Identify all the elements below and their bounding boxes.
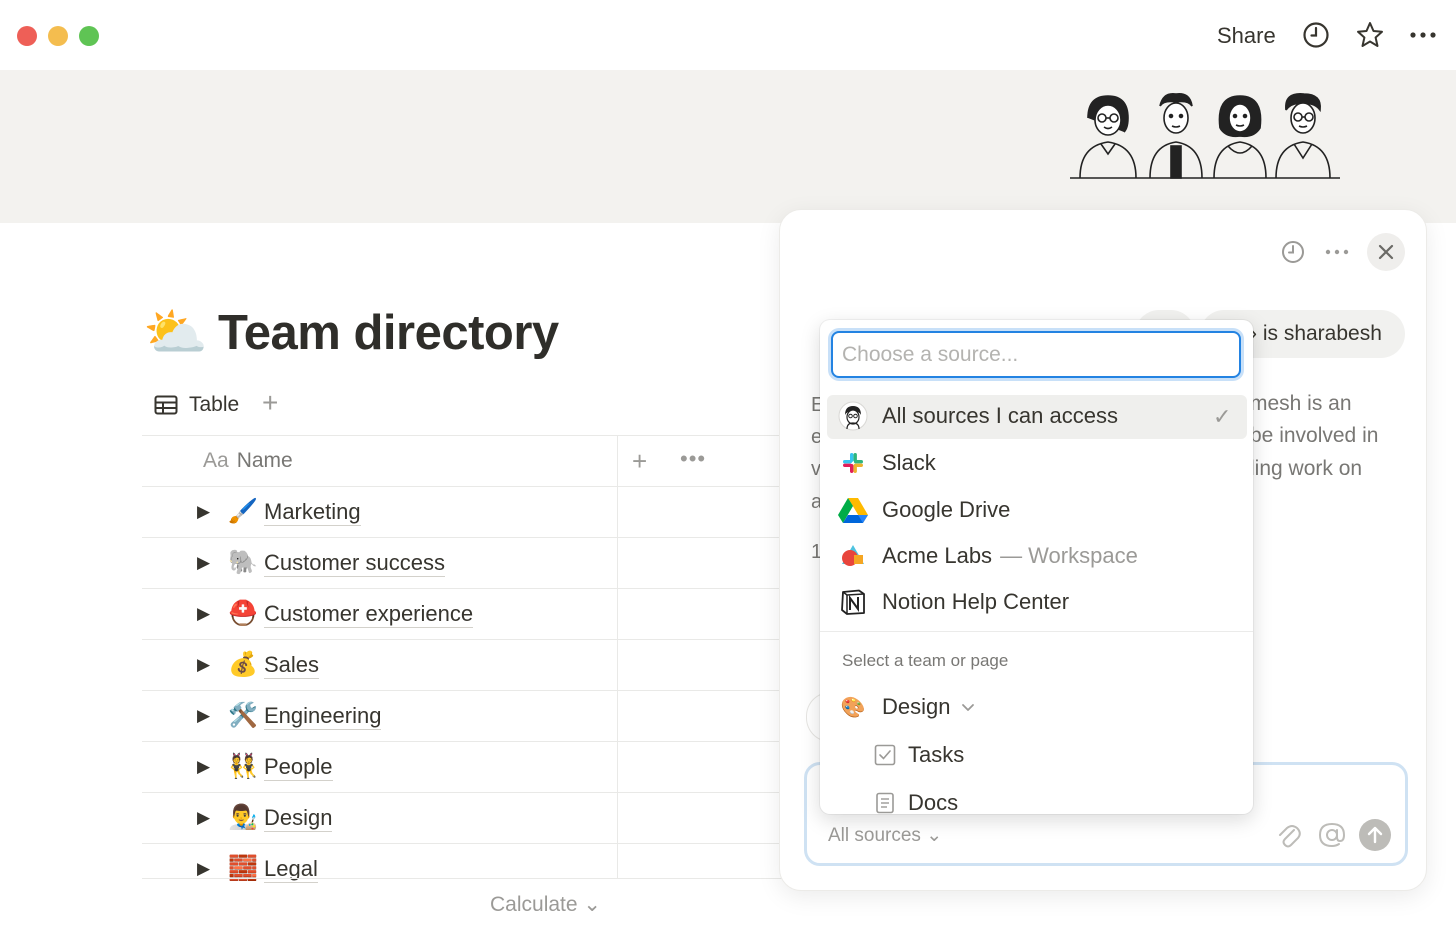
- add-view-button[interactable]: +: [262, 388, 278, 418]
- close-window-button[interactable]: [17, 26, 37, 46]
- expand-toggle-icon[interactable]: ▶: [197, 757, 210, 777]
- table-more-button[interactable]: •••: [680, 446, 706, 472]
- share-button[interactable]: Share: [1217, 23, 1276, 49]
- expand-toggle-icon[interactable]: ▶: [197, 706, 210, 726]
- team-illustration: [1070, 92, 1340, 179]
- source-search-input[interactable]: [831, 331, 1241, 378]
- row-emoji-icon: ⛑️: [228, 600, 258, 627]
- name-column-header[interactable]: Aa Name: [203, 449, 293, 473]
- text-property-icon: Aa: [203, 449, 229, 472]
- page-option-label: Docs: [908, 790, 959, 815]
- sources-selector[interactable]: All sources ⌄: [828, 824, 942, 847]
- row-emoji-icon: 👨‍🎨: [228, 804, 258, 831]
- row-emoji-icon: 🛠️: [228, 702, 258, 729]
- table-row[interactable]: ▶ 🛠️ Engineering: [142, 690, 782, 741]
- row-emoji-icon: 👯: [228, 753, 258, 780]
- row-name[interactable]: Customer success: [264, 550, 445, 577]
- table-row[interactable]: ▶ 👨‍🎨 Design: [142, 792, 782, 843]
- expand-toggle-icon[interactable]: ▶: [197, 553, 210, 573]
- row-emoji-icon: 🐘: [228, 549, 258, 576]
- user-question-text: › is sharabesh: [1250, 322, 1382, 345]
- zoom-window-button[interactable]: [79, 26, 99, 46]
- check-icon: ✓: [1213, 404, 1232, 429]
- source-option-label: Slack: [882, 450, 936, 475]
- table-row[interactable]: ▶ 💰 Sales: [142, 639, 782, 690]
- avatar-icon: [838, 401, 868, 431]
- minimize-window-button[interactable]: [48, 26, 68, 46]
- expand-toggle-icon[interactable]: ▶: [197, 502, 210, 522]
- window-titlebar: Share: [0, 0, 1456, 70]
- table-row[interactable]: ▶ ⛑️ Customer experience: [142, 588, 782, 639]
- source-option-label: All sources I can access: [882, 403, 1118, 428]
- document-icon: [876, 792, 894, 814]
- expand-toggle-icon[interactable]: ▶: [197, 859, 210, 879]
- source-option-label: Google Drive: [882, 497, 1011, 522]
- close-panel-button[interactable]: [1367, 233, 1405, 271]
- page-option-label: Tasks: [908, 742, 965, 767]
- add-property-button[interactable]: +: [632, 446, 647, 477]
- row-name[interactable]: Design: [264, 805, 333, 832]
- calculate-button[interactable]: Calculate ⌄: [490, 892, 601, 917]
- chevron-down-icon[interactable]: [960, 699, 976, 715]
- row-name[interactable]: Customer experience: [264, 601, 474, 628]
- row-name[interactable]: Engineering: [264, 703, 382, 730]
- source-option-all[interactable]: All sources I can access: [838, 400, 1118, 432]
- expand-toggle-icon[interactable]: ▶: [197, 655, 210, 675]
- answer-text: ling work on: [1250, 457, 1363, 480]
- menu-divider: [820, 631, 1253, 632]
- name-column-label: Name: [236, 449, 293, 472]
- source-option-label: Notion Help Center: [882, 589, 1070, 614]
- row-name[interactable]: Marketing: [264, 499, 361, 526]
- table-row[interactable]: ▶ 🧱 Legal: [142, 843, 782, 894]
- source-option-google-drive[interactable]: Google Drive: [838, 494, 1010, 526]
- section-heading: Select a team or page: [842, 651, 1009, 670]
- source-option-label: Acme Labs: [882, 543, 993, 568]
- expand-toggle-icon[interactable]: ▶: [197, 808, 210, 828]
- expand-toggle-icon[interactable]: ▶: [197, 604, 210, 624]
- source-option-notion-help[interactable]: Notion Help Center: [838, 586, 1069, 618]
- clock-icon[interactable]: [1301, 20, 1331, 50]
- row-name[interactable]: Sales: [264, 652, 320, 679]
- table-row[interactable]: ▶ 🐘 Customer success: [142, 537, 782, 588]
- table-icon: [154, 395, 178, 415]
- table-border: [142, 435, 782, 436]
- tab-table-view[interactable]: Table: [154, 390, 239, 420]
- source-option-acme-labs[interactable]: Acme Labs — Workspace: [838, 540, 1138, 572]
- team-option-label: Design: [882, 694, 951, 719]
- page-option-docs[interactable]: Docs: [874, 788, 958, 818]
- palette-icon: 🎨: [840, 696, 866, 719]
- table-row[interactable]: ▶ 🖌️ Marketing: [142, 486, 782, 537]
- page-icon[interactable]: ⛅: [143, 303, 208, 363]
- row-emoji-icon: 🖌️: [228, 498, 258, 525]
- team-option-design[interactable]: 🎨 Design: [838, 691, 976, 723]
- acme-labs-icon: [838, 541, 868, 571]
- table-border: [142, 878, 782, 879]
- notion-icon: [838, 587, 868, 617]
- star-icon[interactable]: [1355, 20, 1385, 50]
- page-title[interactable]: Team directory: [218, 303, 559, 363]
- answer-text: mesh is an: [1250, 392, 1352, 415]
- source-option-suffix: — Workspace: [1000, 543, 1138, 568]
- answer-text: be involved in: [1250, 424, 1379, 447]
- more-icon[interactable]: [1408, 20, 1438, 50]
- arrow-up-icon: [1367, 826, 1383, 844]
- page-option-tasks[interactable]: Tasks: [874, 740, 964, 770]
- checkbox-icon: [874, 744, 896, 766]
- panel-more-icon[interactable]: [1324, 239, 1350, 265]
- attach-icon[interactable]: [1276, 822, 1302, 850]
- source-option-slack[interactable]: Slack: [838, 447, 936, 479]
- row-emoji-icon: 🧱: [228, 855, 258, 882]
- send-button[interactable]: [1359, 819, 1391, 851]
- row-emoji-icon: 💰: [228, 651, 258, 678]
- close-icon: [1378, 244, 1394, 260]
- history-icon[interactable]: [1280, 239, 1306, 265]
- row-name[interactable]: People: [264, 754, 333, 781]
- google-drive-icon: [838, 495, 868, 525]
- mention-icon[interactable]: [1318, 821, 1346, 849]
- table-row[interactable]: ▶ 👯 People: [142, 741, 782, 792]
- tab-table-label: Table: [189, 393, 240, 416]
- slack-icon: [838, 448, 868, 478]
